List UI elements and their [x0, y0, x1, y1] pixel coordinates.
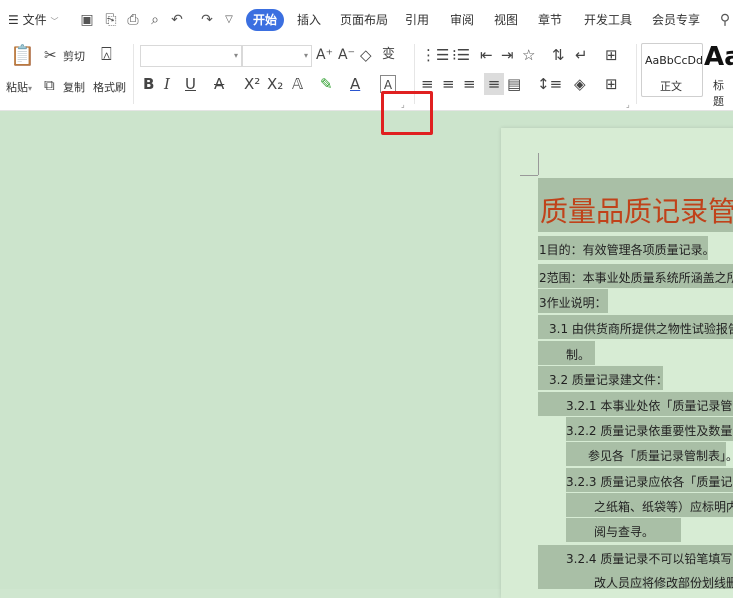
- style-normal[interactable]: AaBbCcDd 正文: [641, 43, 703, 97]
- document-line[interactable]: 参见各「质量记录管制表」。: [588, 447, 733, 464]
- print-icon[interactable]: ⎙: [124, 10, 142, 30]
- justify-icon[interactable]: ≡: [484, 73, 504, 95]
- tab-insert[interactable]: 插入: [297, 0, 321, 40]
- distributed-align-icon[interactable]: ▤: [507, 75, 521, 93]
- search-icon[interactable]: ⚲: [716, 10, 733, 30]
- bullet-list-icon[interactable]: ⋮☰: [421, 46, 449, 64]
- sort-icon[interactable]: ⇅: [552, 46, 565, 64]
- superscript-icon[interactable]: X²: [244, 75, 260, 93]
- copy-button[interactable]: 复制: [63, 79, 85, 95]
- print-preview-icon[interactable]: ⌕: [146, 10, 164, 30]
- align-center-icon[interactable]: ≡: [442, 75, 455, 93]
- document-line[interactable]: 之纸箱、纸袋等）应标明内含: [594, 498, 733, 515]
- tab-home[interactable]: 开始: [246, 9, 284, 31]
- ruler-icon[interactable]: ⊞: [605, 46, 618, 64]
- format-painter-icon[interactable]: ⍓: [101, 46, 112, 64]
- quick-access-dropdown-icon[interactable]: ▽: [220, 10, 238, 30]
- share-icon[interactable]: ⎘: [102, 10, 120, 30]
- undo-icon[interactable]: ↶: [168, 10, 186, 30]
- font-grow-icon[interactable]: A⁺: [316, 46, 333, 64]
- separator: [133, 44, 134, 104]
- tab-review[interactable]: 审阅: [450, 0, 474, 40]
- line-spacing-icon[interactable]: ↕≡: [537, 75, 562, 93]
- underline-icon[interactable]: U: [185, 75, 196, 93]
- document-line[interactable]: 3.2.3 质量记录应依各「质量记录管: [566, 473, 733, 490]
- document-title[interactable]: 质量品质记录管: [540, 190, 733, 230]
- separator: [636, 44, 637, 104]
- redo-icon[interactable]: ↷: [198, 10, 216, 30]
- clear-format-icon[interactable]: ◇: [360, 46, 372, 64]
- copy-icon[interactable]: ⧉: [44, 76, 55, 94]
- crop-mark: [520, 175, 538, 176]
- document-line[interactable]: 改人员应将修改部份划线删: [594, 574, 733, 591]
- tab-section[interactable]: 章节: [538, 0, 562, 40]
- font-shrink-icon[interactable]: A⁻: [338, 46, 355, 64]
- show-marks-icon[interactable]: ↵: [575, 46, 588, 64]
- ribbon-toolbar: 📋 粘贴▾ ✂ 剪切 ⧉ 复制 ⍓ 格式刷 ▾ ▾ A⁺ A⁻ ◇ 变 B I …: [0, 40, 733, 111]
- increase-indent-icon[interactable]: ⇥: [501, 46, 514, 64]
- italic-icon[interactable]: I: [164, 75, 170, 93]
- tab-view[interactable]: 视图: [494, 0, 518, 40]
- paste-icon[interactable]: 📋: [10, 45, 35, 65]
- file-menu-label: 文件: [22, 13, 47, 27]
- style-heading-name[interactable]: 标题: [713, 77, 733, 109]
- text-effect-icon[interactable]: 𝔸: [292, 75, 303, 93]
- document-line[interactable]: 3.2.1 本事业处依「质量记录管制表: [566, 397, 733, 414]
- highlight-color-icon[interactable]: ✎: [320, 75, 333, 93]
- subscript-icon[interactable]: X₂: [267, 75, 283, 93]
- document-line[interactable]: 3.2.4 质量记录不可以铅笔填写，如: [566, 550, 733, 567]
- crop-mark: [538, 153, 539, 175]
- document-line[interactable]: 3作业说明：: [539, 294, 607, 311]
- font-color-icon[interactable]: A: [350, 75, 360, 93]
- paste-button[interactable]: 粘贴▾: [6, 79, 32, 95]
- document-line[interactable]: 3.2.2 质量记录依重要性及数量累积: [566, 422, 733, 439]
- shading-icon[interactable]: ◈: [574, 75, 586, 93]
- decrease-indent-icon[interactable]: ⇤: [480, 46, 493, 64]
- document-line[interactable]: 3.1 由供货商所提供之物性试验报告或: [549, 320, 733, 337]
- document-line[interactable]: 阅与查寻。: [594, 523, 654, 540]
- tab-developer[interactable]: 开发工具: [584, 0, 632, 40]
- scissors-icon[interactable]: ✂: [44, 46, 57, 64]
- file-menu[interactable]: ☰ 文件 ﹀: [8, 0, 58, 40]
- cut-button[interactable]: 剪切: [63, 48, 85, 64]
- chinese-layout-icon[interactable]: ☆: [522, 46, 535, 64]
- hamburger-icon: ☰: [8, 13, 19, 27]
- document-line[interactable]: 1目的：有效管理各项质量记录。: [539, 241, 715, 258]
- save-icon[interactable]: ▣: [78, 10, 96, 30]
- document-line[interactable]: 3.2 质量记录建文件：: [549, 371, 668, 388]
- highlight-annotation-box: [381, 91, 433, 135]
- style-name: 正文: [660, 80, 682, 93]
- borders-icon[interactable]: ⊞: [605, 75, 618, 93]
- document-line[interactable]: 2范围：本事业处质量系统所涵盖之所有: [539, 269, 733, 286]
- pinyin-guide-icon[interactable]: 变: [382, 46, 395, 64]
- tab-references[interactable]: 引用: [405, 0, 429, 40]
- tab-member[interactable]: 会员专享: [652, 0, 700, 40]
- numbered-list-icon[interactable]: ⁝☰: [452, 46, 470, 64]
- style-preview: AaBbCcDd: [645, 54, 703, 67]
- style-heading-preview[interactable]: Aa: [704, 42, 733, 72]
- align-right-icon[interactable]: ≡: [463, 75, 476, 93]
- document-line[interactable]: 制。: [566, 346, 590, 363]
- strikethrough-icon[interactable]: A: [214, 75, 224, 93]
- menu-bar: ☰ 文件 ﹀ ▣ ⎘ ⎙ ⌕ ↶ ↷ ▽ 开始 插入 页面布局 引用 审阅 视图…: [0, 0, 733, 40]
- bold-icon[interactable]: B: [143, 75, 154, 93]
- font-name-select[interactable]: ▾: [140, 45, 242, 67]
- format-painter-button[interactable]: 格式刷: [93, 79, 126, 95]
- chevron-down-icon: ﹀: [50, 17, 59, 26]
- font-size-select[interactable]: ▾: [242, 45, 312, 67]
- tab-page-layout[interactable]: 页面布局: [340, 0, 388, 40]
